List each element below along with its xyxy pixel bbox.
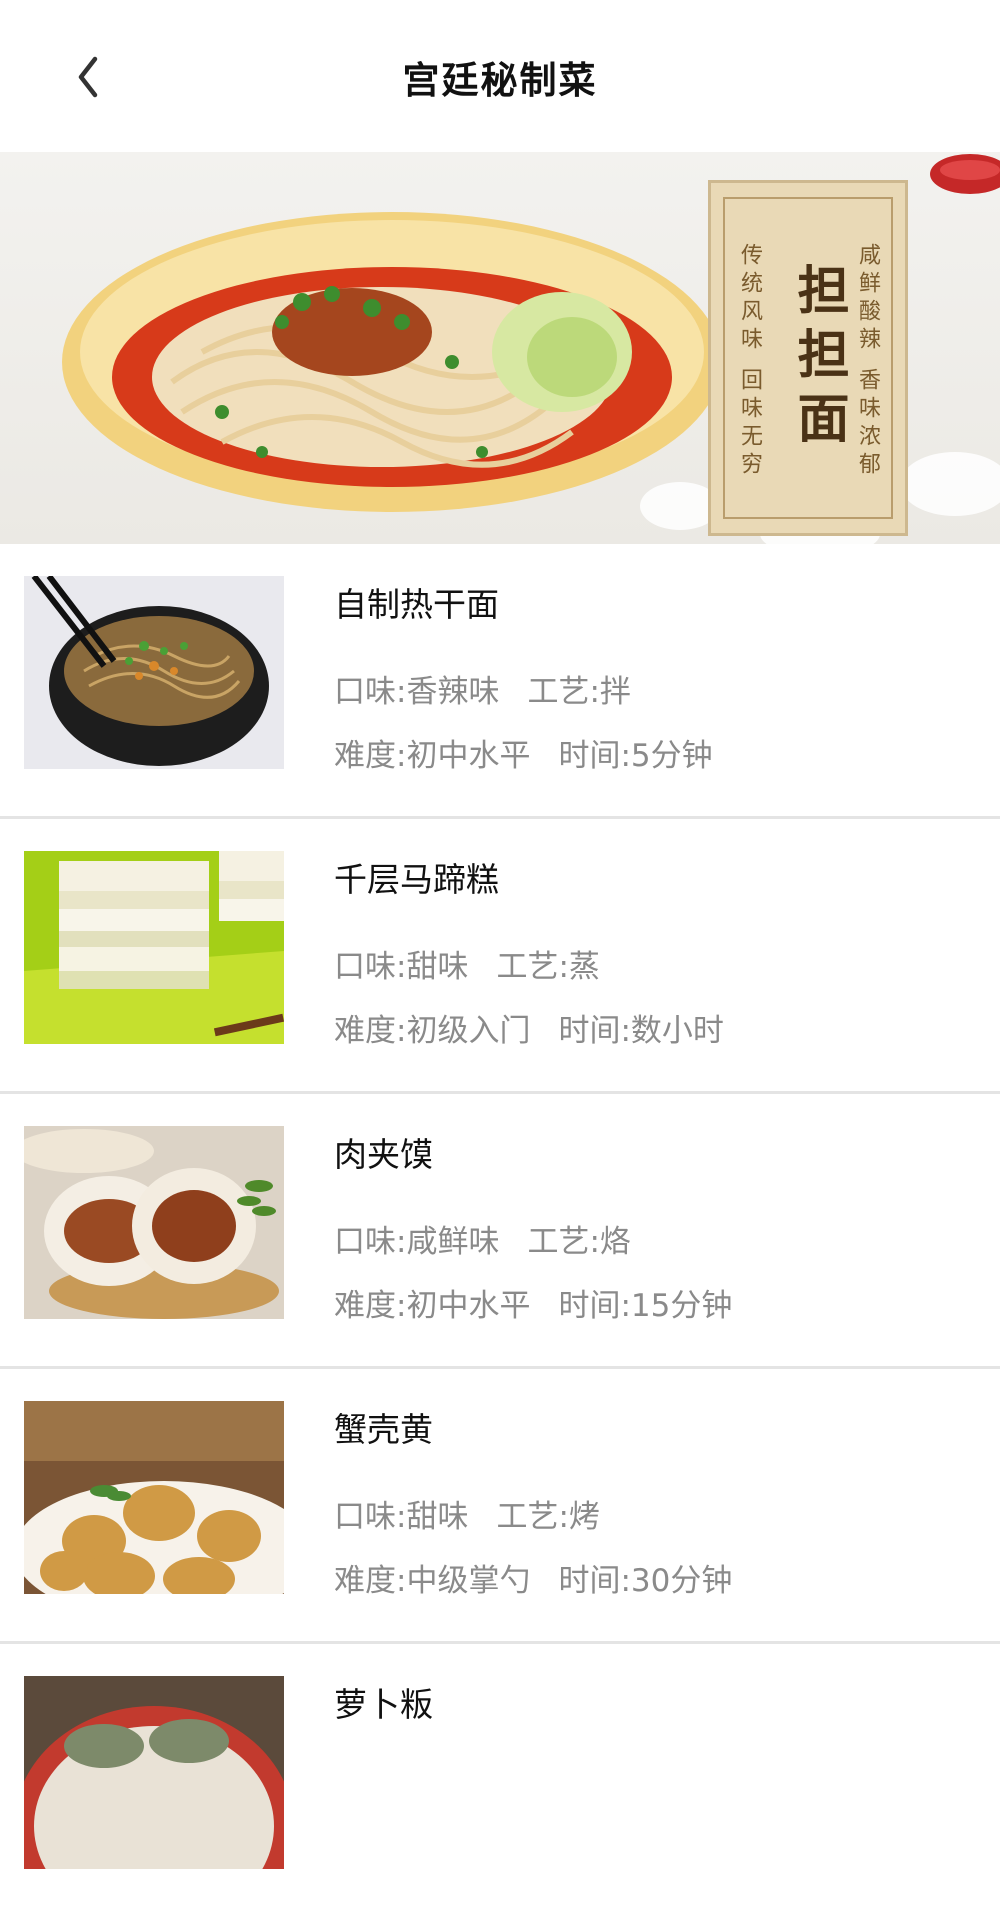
nav-header: 宫廷秘制菜 [0,0,1000,152]
recipe-flavor: 口味:香辣味 [334,674,500,710]
recipe-name: 千层马蹄糕 [334,860,499,899]
recipe-item[interactable]: 自制热干面 口味:香辣味 工艺:拌 难度:初中水平 时间:5分钟 [0,544,1000,819]
noodle-bowl-image [62,212,722,512]
recipe-thumbnail [24,1401,284,1594]
recipe-item[interactable]: 蟹壳黄 口味:甜味 工艺:烤 难度:中级掌勺 时间:30分钟 [0,1369,1000,1644]
recipe-difficulty: 难度:初中水平 [334,738,531,774]
recipe-technique: 工艺:烙 [527,1224,631,1260]
recipe-meta-row: 难度:初中水平 时间:15分钟 [334,1280,732,1325]
recipe-difficulty: 难度:初级入门 [334,1013,531,1049]
recipe-difficulty: 难度:初中水平 [334,1288,531,1324]
recipe-meta-row: 口味:甜味 工艺:蒸 [334,941,600,986]
plaque-left-text: 传统风味 回味无穷 [737,243,762,480]
recipe-time: 时间:30分钟 [558,1563,733,1599]
recipe-thumbnail [24,576,284,769]
recipe-thumbnail [24,1676,284,1869]
recipe-meta-row: 口味:香辣味 工艺:拌 [334,666,631,711]
recipe-time: 时间:15分钟 [558,1288,733,1324]
recipe-technique: 工艺:烤 [496,1499,600,1535]
page-title: 宫廷秘制菜 [402,59,598,102]
teapot-decoration [930,154,1000,194]
recipe-thumbnail [24,851,284,1044]
recipe-technique: 工艺:蒸 [496,949,600,985]
recipe-flavor: 口味:咸鲜味 [334,1224,500,1260]
recipe-flavor: 口味:甜味 [334,1499,469,1535]
recipe-meta-row: 口味:甜味 工艺:烤 [334,1491,600,1536]
recipe-item[interactable]: 千层马蹄糕 口味:甜味 工艺:蒸 难度:初级入门 时间:数小时 [0,819,1000,1094]
recipe-name: 蟹壳黄 [334,1410,433,1449]
recipe-technique: 工艺:拌 [527,674,631,710]
recipe-name: 自制热干面 [334,585,499,624]
recipe-item[interactable]: 萝卜粄 [0,1644,1000,1919]
cloud-decoration [900,452,1000,516]
recipe-difficulty: 难度:中级掌勺 [334,1563,531,1599]
recipe-time: 时间:数小时 [558,1013,724,1049]
recipe-flavor: 口味:甜味 [334,949,469,985]
recipe-name: 萝卜粄 [334,1685,433,1724]
recipe-time: 时间:5分钟 [558,738,713,774]
banner-image[interactable]: 传统风味 回味无穷 担担面 咸鲜酸辣 香味浓郁 [0,152,1000,544]
recipe-meta-row: 口味:咸鲜味 工艺:烙 [334,1216,631,1261]
banner-plaque: 传统风味 回味无穷 担担面 咸鲜酸辣 香味浓郁 [708,180,908,536]
recipe-meta-row: 难度:中级掌勺 时间:30分钟 [334,1555,732,1600]
recipe-meta-row: 难度:初级入门 时间:数小时 [334,1005,724,1050]
recipe-thumbnail [24,1126,284,1319]
plaque-title: 担担面 [788,263,849,455]
recipe-meta-row: 难度:初中水平 时间:5分钟 [334,730,713,775]
recipe-list: 自制热干面 口味:香辣味 工艺:拌 难度:初中水平 时间:5分钟 千层马蹄糕 口… [0,544,1000,1919]
recipe-name: 肉夹馍 [334,1135,433,1174]
plaque-right-text: 咸鲜酸辣 香味浓郁 [855,243,880,480]
recipe-item[interactable]: 肉夹馍 口味:咸鲜味 工艺:烙 难度:初中水平 时间:15分钟 [0,1094,1000,1369]
